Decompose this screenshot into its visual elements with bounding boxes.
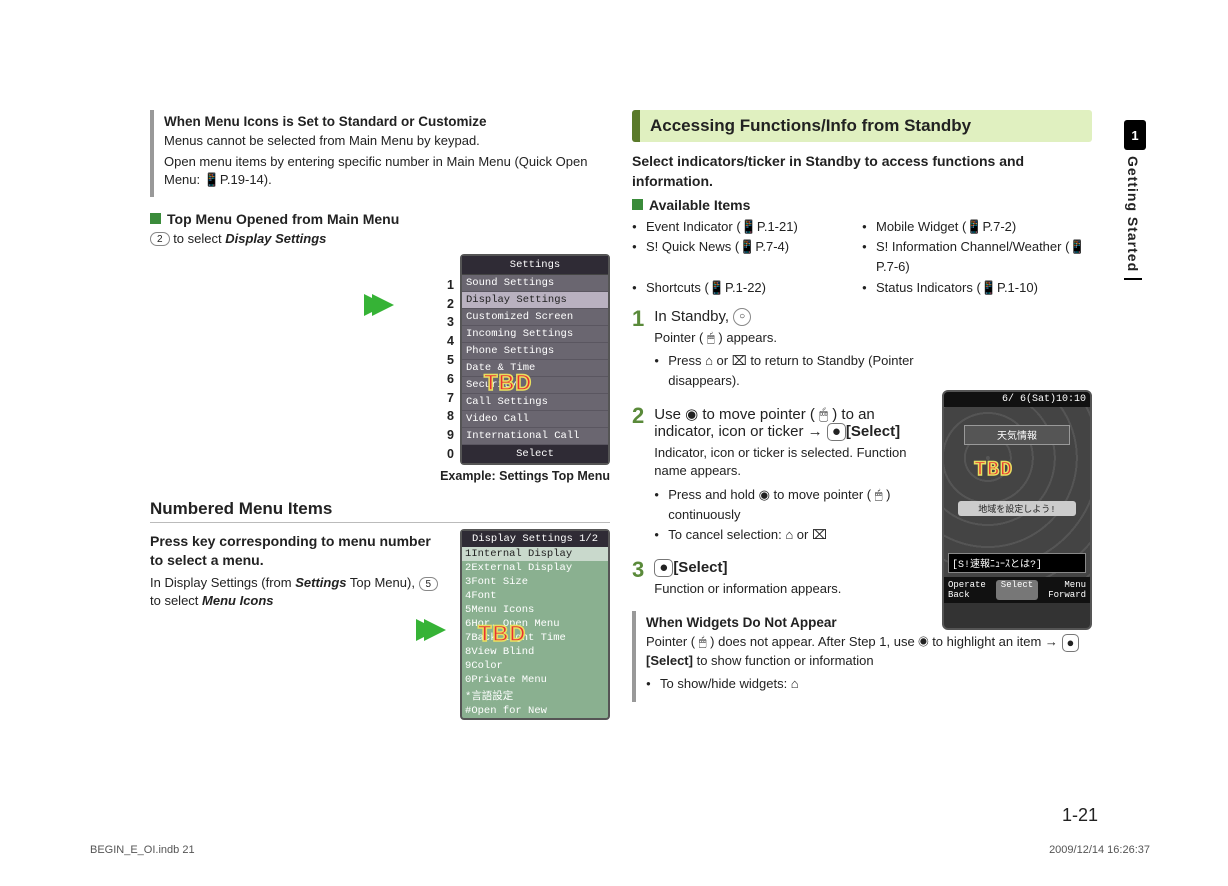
menu-row: 2External Display bbox=[462, 561, 608, 575]
phone-title: Display Settings 1/2 bbox=[462, 531, 608, 547]
tbd-stamp: TBD bbox=[974, 459, 1013, 482]
list-item: To cancel selection: ⌂ or ⌧ bbox=[654, 525, 932, 545]
square-bullet-icon bbox=[150, 213, 161, 224]
note-title: When Menu Icons is Set to Standard or Cu… bbox=[164, 114, 610, 129]
step-2: 2 Use ◉ to move pointer ( 🖱 ) to an indi… bbox=[632, 405, 932, 549]
green-arrow-icon bbox=[424, 619, 446, 641]
menu-row: Security bbox=[462, 377, 608, 394]
chapter-number-tab: 1 bbox=[1124, 120, 1146, 150]
list-item: Status Indicators (📱P.1-10) bbox=[862, 278, 1092, 298]
section-lead: Select indicators/ticker in Standby to a… bbox=[632, 152, 1092, 191]
step-number: 2 bbox=[632, 405, 644, 549]
figure-caption: Example: Settings Top Menu bbox=[150, 469, 610, 483]
menu-row: 3Font Size bbox=[462, 575, 608, 589]
step-lead: ●[Select] bbox=[654, 559, 932, 577]
step-1: 1 In Standby, ○ Pointer ( 🖱 ) appears. P… bbox=[632, 308, 932, 396]
note-line1: Menus cannot be selected from Main Menu … bbox=[164, 132, 610, 150]
phone-title: Settings bbox=[462, 256, 608, 275]
phone-display-settings-screenshot: Display Settings 1/2 1Internal Display 2… bbox=[460, 529, 610, 720]
step-note: Pointer ( 🖱 ) appears. bbox=[654, 329, 932, 347]
phone-standby-screenshot: 6/ 6(Sat)10:10 天気情報 TBD 地域を設定しよう! [S!速報ﾆ… bbox=[942, 390, 1092, 630]
left-column: When Menu Icons is Set to Standard or Cu… bbox=[150, 110, 610, 720]
chapter-title-vertical: Getting Started bbox=[1124, 150, 1142, 280]
note-body: Pointer ( 🖱 ) does not appear. After Ste… bbox=[646, 633, 1092, 670]
list-item: Event Indicator (📱P.1-21) bbox=[632, 217, 862, 237]
status-bar: 6/ 6(Sat)10:10 bbox=[944, 392, 1090, 407]
menu-row: #Open for New bbox=[462, 704, 608, 718]
press-key-heading: Press key corresponding to menu number t… bbox=[150, 532, 446, 571]
step-note: Indicator, icon or ticker is selected. F… bbox=[654, 444, 932, 480]
region-widget: 地域を設定しよう! bbox=[958, 501, 1076, 516]
menu-row: Date & Time bbox=[462, 360, 608, 377]
numbered-items-heading: Numbered Menu Items bbox=[150, 499, 610, 523]
square-bullet-icon bbox=[632, 199, 643, 210]
list-item: Mobile Widget (📱P.7-2) bbox=[862, 217, 1092, 237]
menu-row: *言語設定 bbox=[462, 687, 608, 704]
note-line2: Open menu items by entering specific num… bbox=[164, 153, 610, 189]
side-tab: 1 Getting Started bbox=[1124, 120, 1150, 290]
menu-row: Sound Settings bbox=[462, 275, 608, 292]
softkey-bar: Operate Back Select Menu Forward bbox=[944, 577, 1090, 603]
menu-row: Incoming Settings bbox=[462, 326, 608, 343]
menu-row: Phone Settings bbox=[462, 343, 608, 360]
center-key-icon: ● bbox=[1062, 634, 1080, 652]
nav-key-icon: ○ bbox=[733, 308, 751, 326]
step-number: 3 bbox=[632, 559, 644, 601]
note-callout: When Menu Icons is Set to Standard or Cu… bbox=[150, 110, 610, 197]
list-item: Shortcuts (📱P.1-22) bbox=[632, 278, 862, 298]
menu-row: 9Color bbox=[462, 659, 608, 673]
news-ticker: [S!速報ﾆｭｰｽとは?] bbox=[948, 553, 1086, 573]
menu-row: 8View Blind bbox=[462, 645, 608, 659]
list-item: S! Information Channel/Weather (📱P.7-6) bbox=[862, 237, 1092, 277]
menu-row: 0Private Menu bbox=[462, 673, 608, 687]
top-menu-heading: Top Menu Opened from Main Menu bbox=[150, 211, 610, 227]
section-header-bar: Accessing Functions/Info from Standby bbox=[632, 110, 1092, 142]
step-lead: Use ◉ to move pointer ( 🖱 ) to an indica… bbox=[654, 405, 932, 441]
step-note: Function or information appears. bbox=[654, 580, 932, 598]
step-3: 3 ●[Select] Function or information appe… bbox=[632, 559, 932, 601]
key-2-icon: 2 bbox=[150, 232, 170, 246]
menu-row: 7Back Light Time bbox=[462, 631, 608, 645]
list-item: Press and hold ◉ to move pointer ( 🖱 ) c… bbox=[654, 485, 932, 525]
page-number: 1-21 bbox=[1062, 805, 1098, 826]
menu-row: International Call bbox=[462, 428, 608, 445]
menu-row: Call Settings bbox=[462, 394, 608, 411]
center-key-icon: ● bbox=[827, 423, 846, 441]
menu-row: 5Menu Icons bbox=[462, 603, 608, 617]
list-item: To show/hide widgets: ⌂ bbox=[646, 674, 1092, 694]
menu-row: Video Call bbox=[462, 411, 608, 428]
green-arrow-icon bbox=[372, 294, 394, 316]
step-lead: In Standby, ○ bbox=[654, 308, 932, 326]
menu-row: 4Font bbox=[462, 589, 608, 603]
menu-row: Customized Screen bbox=[462, 309, 608, 326]
menu-row: 6Hor. Open Menu bbox=[462, 617, 608, 631]
step-number: 1 bbox=[632, 308, 644, 396]
top-menu-body: 2 to select Display Settings bbox=[150, 230, 610, 248]
footer-right: 2009/12/14 16:26:37 bbox=[1049, 844, 1150, 856]
right-column: Accessing Functions/Info from Standby Se… bbox=[632, 110, 1092, 720]
key-5-icon: 5 bbox=[419, 577, 439, 591]
available-items-list: Event Indicator (📱P.1-21) Mobile Widget … bbox=[632, 217, 1092, 298]
softkey-center: Select bbox=[996, 580, 1038, 600]
center-key-icon: ● bbox=[654, 559, 673, 577]
press-key-body: In Display Settings (from Settings Top M… bbox=[150, 574, 446, 610]
softkey-right: Menu Forward bbox=[1048, 580, 1086, 600]
number-column: 1234567890 bbox=[447, 254, 454, 464]
weather-widget: 天気情報 bbox=[964, 425, 1070, 445]
softkey-select: Select bbox=[462, 445, 608, 463]
menu-row: Display Settings bbox=[462, 292, 608, 309]
footer-left: BEGIN_E_OI.indb 21 bbox=[90, 844, 195, 856]
list-item: S! Quick News (📱P.7-4) bbox=[632, 237, 862, 277]
print-footer: BEGIN_E_OI.indb 21 2009/12/14 16:26:37 bbox=[90, 844, 1150, 856]
menu-row: 1Internal Display bbox=[462, 547, 608, 561]
available-items-heading: Available Items bbox=[632, 197, 1092, 213]
list-item: Press ⌂ or ⌧ to return to Standby (Point… bbox=[654, 351, 932, 391]
softkey-left: Operate Back bbox=[948, 580, 986, 600]
phone-settings-screenshot: Settings Sound Settings Display Settings… bbox=[460, 254, 610, 465]
